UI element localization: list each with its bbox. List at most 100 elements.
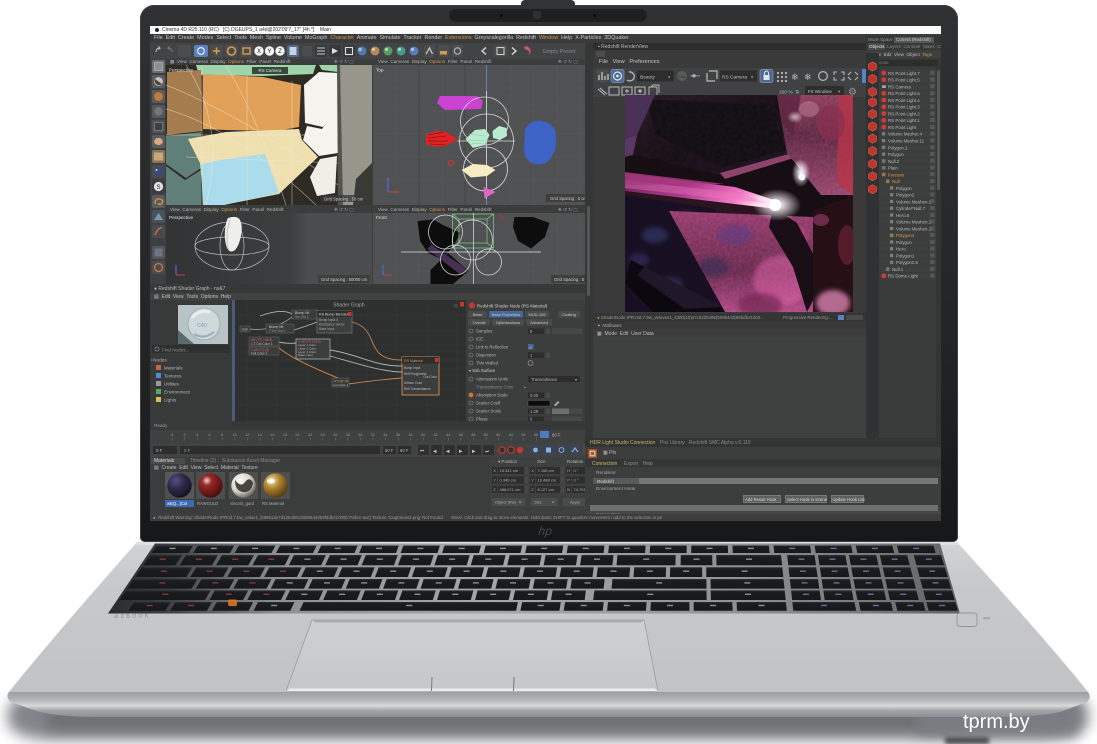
svg-text:488.071 cm: 488.071 cm (500, 487, 522, 492)
svg-text:▶: ▶ (472, 448, 476, 453)
svg-text:0.349 cm: 0.349 cm (500, 478, 517, 483)
svg-text:▾: ▾ (668, 74, 670, 79)
svg-text:Null: Null (892, 179, 900, 184)
svg-text:C4D: C4D (197, 323, 207, 329)
svg-text:❄: ❄ (791, 72, 799, 82)
svg-text:60 F: 60 F (552, 433, 561, 438)
svg-text:52: 52 (496, 433, 500, 437)
svg-text:RS Camera: RS Camera (722, 74, 747, 80)
svg-text:Null.1: Null.1 (892, 267, 904, 272)
svg-text:MUD-155: MUD-155 (528, 312, 546, 317)
svg-text:Resistance Vector: Resistance Vector (319, 323, 346, 327)
svg-text:P: P (567, 478, 570, 483)
svg-text:▾: ▾ (519, 500, 521, 505)
svg-text:Scatter Scale: Scatter Scale (476, 409, 502, 414)
svg-text:2: 2 (183, 433, 185, 437)
svg-text:Polygon: Polygon (896, 186, 912, 191)
svg-text:Refl Transmittance: Refl Transmittance (404, 387, 431, 391)
svg-text:Top: Top (376, 68, 384, 73)
svg-text:▾ Position: ▾ Position (498, 459, 518, 464)
svg-text:58: 58 (534, 433, 538, 437)
svg-text:0 F: 0 F (156, 448, 163, 453)
svg-text:8.127 cm: 8.127 cm (538, 487, 555, 492)
svg-text:Size: Size (534, 500, 543, 505)
svg-text:◀: ◀ (433, 448, 437, 453)
svg-text:Thin Walled: Thin Walled (476, 361, 499, 366)
svg-text:22: 22 (308, 433, 312, 437)
svg-text:Bump Input: Bump Input (404, 366, 420, 370)
svg-text:▾: ▾ (575, 377, 577, 382)
svg-text:Base Properties: Base Properties (492, 312, 520, 317)
svg-text:60 F: 60 F (385, 448, 394, 453)
svg-text:40: 40 (421, 433, 425, 437)
svg-text:Volume Meshen.10: Volume Meshen.10 (896, 226, 934, 231)
svg-text:Beauty: Beauty (640, 74, 656, 80)
svg-text:Coating: Coating (562, 312, 576, 317)
svg-text:▸: ▸ (151, 357, 153, 362)
svg-text:Y: Y (267, 49, 271, 55)
svg-text:AOB: AOB (678, 75, 686, 79)
svg-text:Environment: Environment (164, 390, 191, 395)
svg-text:RS Point Light.1: RS Point Light.1 (888, 118, 920, 123)
svg-text:RS Point Light.7: RS Point Light.7 (888, 71, 920, 76)
svg-text:X: X (257, 49, 261, 55)
svg-text:⏭: ⏭ (485, 448, 489, 453)
svg-text:RS Point Light.4: RS Point Light.4 (888, 98, 920, 103)
svg-text:Volume Meshen.2: Volume Meshen.2 (896, 220, 932, 225)
svg-text:Polygon2: Polygon2 (896, 193, 915, 198)
svg-text:Perspective: Perspective (169, 215, 193, 220)
svg-text:Grid Spacing : 50000 cm: Grid Spacing : 50000 cm (321, 277, 368, 282)
svg-text:18: 18 (283, 433, 287, 437)
svg-text:H: H (567, 468, 570, 473)
svg-text:RS Camera: RS Camera (259, 68, 282, 73)
svg-text:Full Color 1: Full Color 1 (251, 352, 268, 356)
svg-text:0 °: 0 ° (574, 468, 579, 473)
svg-text:RS Point Light.6: RS Point Light.6 (888, 91, 920, 96)
svg-text:Apply: Apply (570, 500, 580, 505)
svg-text:Diffuse Color: Diffuse Color (404, 381, 423, 385)
svg-text:Dispersion: Dispersion (476, 353, 496, 358)
svg-text:wBQ...)Col: wBQ...)Col (167, 501, 187, 506)
svg-text:Grid Spacing : 5 cm: Grid Spacing : 5 cm (550, 196, 587, 201)
svg-text:❄: ❄ (804, 72, 812, 82)
svg-text:26: 26 (333, 433, 337, 437)
svg-text:ICE: ICE (476, 337, 483, 342)
svg-text:X: X (531, 468, 534, 473)
svg-text:14: 14 (258, 433, 262, 437)
svg-text:Find Nodes...: Find Nodes... (162, 348, 189, 353)
svg-text:16.488 cm: 16.488 cm (538, 478, 557, 483)
svg-text:Size: Size (537, 459, 546, 464)
svg-text:Basic: Basic (473, 312, 483, 317)
svg-text:32: 32 (371, 433, 375, 437)
svg-text:0: 0 (171, 433, 173, 437)
svg-text:34: 34 (383, 433, 387, 437)
svg-text:42: 42 (433, 433, 437, 437)
svg-text:⊘ZBOOK: ⊘ZBOOK (114, 613, 151, 620)
svg-text:RS Material: RS Material (262, 501, 284, 506)
svg-text:hp: hp (538, 524, 554, 538)
svg-text:Advanced: Advanced (530, 320, 548, 325)
svg-text:Perspective: Perspective (169, 68, 193, 73)
svg-text:60 F: 60 F (400, 448, 409, 453)
svg-text:20: 20 (295, 433, 299, 437)
svg-text:Shader Graph: Shader Graph (333, 303, 365, 309)
svg-text:▶: ▶ (459, 448, 463, 453)
svg-text:Nodes: Nodes (153, 358, 167, 364)
svg-text:Phase: Phase (476, 417, 489, 421)
svg-text:Out Color: Out Color (423, 375, 438, 379)
svg-text:Lut Color 1: Lut Color 1 (334, 383, 349, 387)
svg-text:48: 48 (471, 433, 475, 437)
svg-text:Polygon.1: Polygon.1 (888, 145, 908, 150)
svg-text:Volume Meshen.1: Volume Meshen.1 (896, 199, 932, 204)
svg-text:Samples: Samples (476, 329, 492, 334)
svg-text:Z: Z (278, 49, 282, 55)
svg-text:Overall: Overall (473, 320, 486, 325)
svg-text:Absorption Scale: Absorption Scale (476, 393, 508, 398)
svg-text:Volume Mesher.4: Volume Mesher.4 (888, 132, 922, 137)
svg-text:28: 28 (346, 433, 350, 437)
svg-text:44: 44 (446, 433, 450, 437)
svg-text:Attenuation Units: Attenuation Units (476, 377, 508, 382)
svg-text:10: 10 (233, 433, 237, 437)
svg-text:Base Color: Base Color (298, 353, 313, 357)
svg-text:▾: ▾ (838, 89, 840, 94)
